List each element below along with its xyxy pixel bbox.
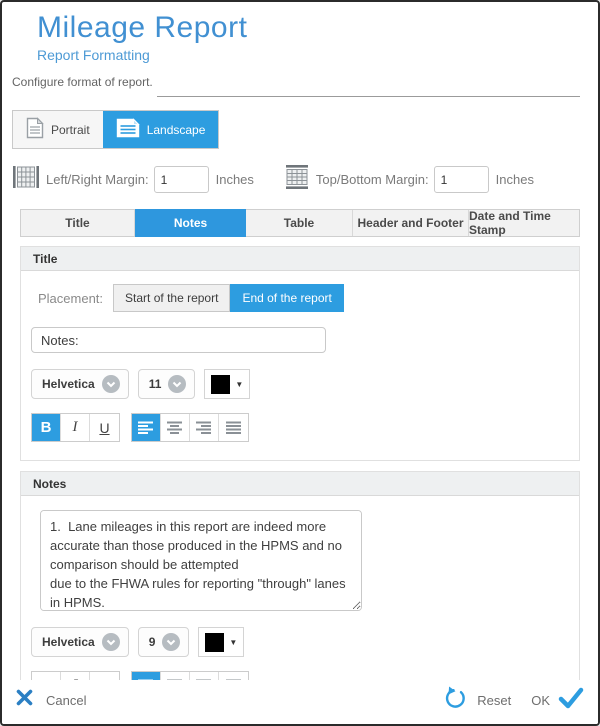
chevron-down-icon [102, 375, 120, 393]
tab-date-and-time-stamp[interactable]: Date and Time Stamp [469, 210, 579, 236]
landscape-button[interactable]: Landscape [103, 111, 219, 148]
bold-button[interactable]: B [32, 414, 61, 441]
title-style-group: B I U [31, 413, 120, 442]
header-divider [157, 96, 580, 97]
align-justify-icon [226, 421, 242, 434]
color-dropdown-arrow-icon: ▼ [229, 638, 237, 647]
notes-panel-heading: Notes [21, 472, 579, 496]
italic-button[interactable]: I [61, 414, 90, 441]
align-center-icon [167, 421, 183, 434]
notes-font-size-dropdown[interactable]: 9 [138, 627, 190, 657]
notes-textarea[interactable]: 1. Lane mileages in this report are inde… [40, 510, 362, 611]
ok-label: OK [531, 693, 550, 708]
title-text-input[interactable] [31, 327, 326, 353]
dialog-header: Mileage Report Report Formatting Configu… [2, 2, 598, 97]
page-description: Configure format of report. [12, 75, 598, 89]
page-subtitle: Report Formatting [37, 47, 598, 63]
placement-toggle: Start of the report End of the report [113, 284, 344, 312]
color-swatch [205, 633, 224, 652]
align-center-button[interactable] [161, 414, 190, 441]
tab-notes[interactable]: Notes [135, 209, 246, 237]
title-font-color-picker[interactable]: ▼ [204, 369, 250, 399]
landscape-page-icon [116, 118, 140, 141]
align-justify-button[interactable] [219, 414, 248, 441]
tab-header-and-footer[interactable]: Header and Footer [353, 210, 469, 236]
page-title: Mileage Report [37, 10, 598, 46]
align-left-button[interactable] [132, 414, 161, 441]
bold-glyph: B [41, 419, 52, 436]
left-right-margin-input[interactable] [154, 166, 209, 193]
top-bottom-margin-units: Inches [496, 172, 534, 187]
placement-label: Placement: [38, 291, 103, 306]
top-bottom-margin-input[interactable] [434, 166, 489, 193]
chevron-down-icon [102, 633, 120, 651]
reset-button[interactable]: Reset [444, 686, 520, 715]
italic-glyph: I [73, 419, 78, 436]
reset-label: Reset [477, 693, 511, 708]
title-panel: Title Placement: Start of the report End… [20, 246, 580, 461]
tab-table[interactable]: Table [246, 210, 353, 236]
color-swatch [211, 375, 230, 394]
left-right-margin-icon [12, 164, 40, 195]
title-font-family-dropdown[interactable]: Helvetica [31, 369, 129, 399]
landscape-label: Landscape [147, 123, 206, 137]
title-font-size-value: 11 [149, 377, 162, 391]
orientation-toggle: Portrait Landscape [12, 110, 219, 149]
notes-font-size-value: 9 [149, 635, 156, 649]
reset-icon [444, 686, 468, 715]
dialog-footer: Cancel Reset OK [2, 680, 598, 724]
margins-row: Left/Right Margin: Inches Top/Bottom Mar… [12, 164, 598, 195]
notes-font-row: Helvetica 9 ▼ [31, 627, 569, 657]
color-dropdown-arrow-icon: ▼ [235, 380, 243, 389]
title-format-row: B I U [31, 413, 569, 442]
placement-row: Placement: Start of the report End of th… [38, 284, 569, 312]
underline-button[interactable]: U [90, 414, 119, 441]
left-right-margin-label: Left/Right Margin: [46, 172, 149, 187]
title-font-size-dropdown[interactable]: 11 [138, 369, 196, 399]
align-left-icon [138, 421, 154, 434]
title-font-row: Helvetica 11 ▼ [31, 369, 569, 399]
portrait-label: Portrait [51, 123, 90, 137]
tab-title[interactable]: Title [21, 210, 135, 236]
mileage-report-dialog: Mileage Report Report Formatting Configu… [0, 0, 600, 726]
cancel-button[interactable]: Cancel [16, 689, 86, 711]
notes-font-family-dropdown[interactable]: Helvetica [31, 627, 129, 657]
align-right-icon [196, 421, 212, 434]
chevron-down-icon [162, 633, 180, 651]
format-tabs: Title Notes Table Header and Footer Date… [20, 209, 580, 237]
underline-glyph: U [99, 420, 109, 436]
align-right-button[interactable] [190, 414, 219, 441]
top-bottom-margin-label: Top/Bottom Margin: [316, 172, 429, 187]
portrait-button[interactable]: Portrait [13, 111, 103, 148]
notes-font-family-value: Helvetica [42, 635, 95, 649]
cancel-label: Cancel [46, 693, 86, 708]
ok-check-icon [558, 687, 584, 714]
top-bottom-margin-icon [284, 164, 310, 195]
cancel-x-icon [16, 689, 33, 711]
notes-font-color-picker[interactable]: ▼ [198, 627, 244, 657]
chevron-down-icon [168, 375, 186, 393]
title-align-group [131, 413, 249, 442]
ok-button[interactable]: OK [520, 687, 584, 714]
title-font-family-value: Helvetica [42, 377, 95, 391]
left-right-margin-units: Inches [216, 172, 254, 187]
portrait-page-icon [26, 117, 44, 142]
placement-end-button[interactable]: End of the report [230, 284, 343, 312]
title-panel-heading: Title [21, 247, 579, 271]
placement-start-button[interactable]: Start of the report [113, 284, 230, 312]
